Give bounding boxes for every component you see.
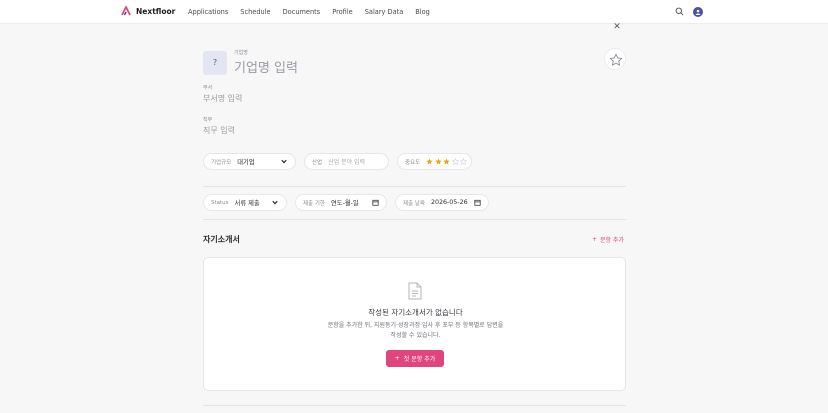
- document-icon: [408, 282, 422, 300]
- star-empty-icon[interactable]: [460, 158, 468, 165]
- status-value: 서류 제출: [234, 200, 260, 207]
- job-label: 직무: [203, 117, 213, 123]
- industry-label: 산업: [312, 159, 323, 166]
- chevron-down-icon: [272, 200, 278, 205]
- empty-state-description: 문항을 추가한 뒤, 지원동기·성장과정·입사 후 포부 등 항목별로 답변을 …: [204, 321, 627, 341]
- favorite-button[interactable]: [604, 48, 626, 70]
- company-logo-placeholder[interactable]: ?: [203, 51, 227, 75]
- divider: [203, 405, 626, 406]
- department-label: 부서: [203, 85, 213, 91]
- chevron-down-icon: [281, 159, 287, 164]
- brand-name: Nextfloor: [136, 6, 176, 16]
- star-filled-icon[interactable]: [426, 158, 433, 165]
- nav-blog[interactable]: Blog: [415, 8, 430, 16]
- department-input[interactable]: 부서명 입력: [203, 93, 242, 104]
- first-question-button[interactable]: + 첫 문항 추가: [386, 350, 444, 367]
- empty-desc-line-2: 작성할 수 있습니다.: [390, 332, 441, 339]
- plus-icon: +: [592, 236, 598, 243]
- brand-mark-icon: [121, 6, 131, 16]
- top-nav-bar: Nextfloor Applications Schedule Document…: [0, 0, 828, 24]
- status-label: Status: [211, 199, 229, 206]
- divider: [203, 219, 626, 220]
- submit-date-label: 제출 날짜: [403, 200, 425, 207]
- job-input[interactable]: 직무 입력: [203, 125, 235, 136]
- star-rating[interactable]: [426, 158, 468, 165]
- nav-salary-data[interactable]: Salary Data: [365, 8, 404, 16]
- industry-input[interactable]: 산업 분야 입력: [328, 157, 365, 166]
- user-icon: [695, 9, 701, 15]
- deadline-input[interactable]: 연도-월-일: [331, 198, 359, 207]
- deadline-date-field[interactable]: 제출 기한 연도-월-일: [295, 194, 387, 211]
- close-icon[interactable]: ✕: [612, 22, 622, 32]
- nav-applications[interactable]: Applications: [188, 8, 228, 16]
- star-filled-icon[interactable]: [435, 158, 442, 165]
- main-nav: Applications Schedule Documents Profile …: [188, 8, 442, 16]
- divider: [203, 186, 626, 187]
- add-question-button[interactable]: + 문항 추가: [592, 235, 624, 244]
- nav-schedule[interactable]: Schedule: [240, 8, 270, 16]
- add-question-label: 문항 추가: [600, 237, 625, 244]
- star-empty-icon[interactable]: [451, 158, 459, 165]
- brand-logo[interactable]: Nextfloor: [121, 6, 175, 16]
- cover-letter-title: 자기소개서: [203, 235, 240, 244]
- company-size-label: 기업규모: [211, 159, 232, 166]
- industry-field[interactable]: 산업 산업 분야 입력: [304, 153, 389, 170]
- nav-profile[interactable]: Profile: [332, 8, 353, 16]
- empty-state-title: 작성된 자기소개서가 없습니다: [368, 308, 463, 317]
- search-icon[interactable]: [675, 7, 684, 16]
- calendar-icon[interactable]: [474, 199, 481, 206]
- importance-label: 중요도: [405, 159, 421, 166]
- nav-documents[interactable]: Documents: [283, 8, 321, 16]
- status-select[interactable]: Status 서류 제출: [203, 194, 287, 211]
- company-name-label: 기업명: [234, 50, 248, 56]
- empty-desc-line-1: 문항을 추가한 뒤, 지원동기·성장과정·입사 후 포부 등 항목별로 답변을: [327, 322, 504, 329]
- submit-date-input[interactable]: 2026-05-26: [431, 199, 468, 206]
- deadline-label: 제출 기한: [303, 200, 325, 207]
- cover-letter-empty-state: 작성된 자기소개서가 없습니다 문항을 추가한 뒤, 지원동기·성장과정·입사 …: [203, 257, 626, 391]
- first-question-label: 첫 문항 추가: [403, 356, 436, 363]
- star-outline-icon: [609, 53, 623, 66]
- plus-icon: +: [394, 355, 400, 362]
- company-size-select[interactable]: 기업규모 대기업: [203, 153, 296, 170]
- star-filled-icon[interactable]: [443, 158, 450, 165]
- calendar-icon[interactable]: [372, 199, 379, 206]
- company-name-input[interactable]: 기업명 입력: [234, 57, 298, 76]
- submit-date-field[interactable]: 제출 날짜 2026-05-26: [395, 194, 489, 211]
- user-avatar[interactable]: [693, 7, 703, 17]
- importance-rating[interactable]: 중요도: [397, 153, 472, 170]
- company-size-value: 대기업: [237, 159, 255, 166]
